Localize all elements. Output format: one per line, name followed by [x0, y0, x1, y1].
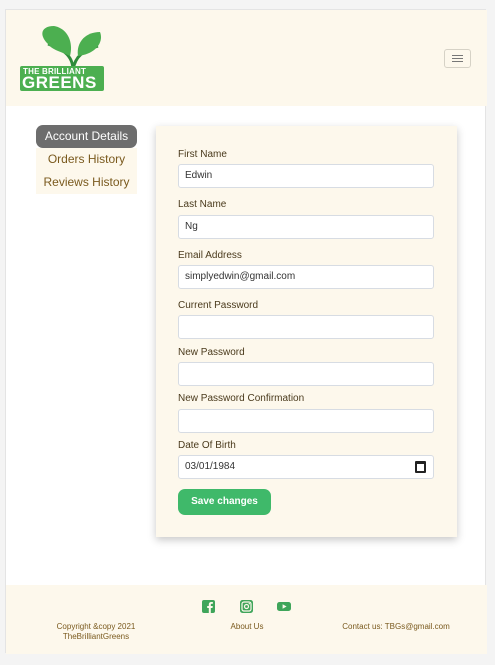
last-name-field[interactable]: Ng: [178, 215, 434, 239]
current-password-label: Current Password: [178, 300, 259, 311]
date-of-birth-label: Date Of Birth: [178, 440, 236, 451]
copyright-text: Copyright &copy 2021 TheBrilliantGreens: [56, 622, 136, 641]
date-of-birth-field[interactable]: 03/01/1984: [178, 455, 434, 479]
hamburger-menu-button[interactable]: [444, 49, 471, 68]
email-label: Email Address: [178, 250, 242, 261]
menu-line-icon: [452, 61, 463, 62]
brand-logo[interactable]: THE BRILLIANT GREENS: [20, 26, 104, 92]
instagram-icon[interactable]: [240, 600, 253, 613]
email-field[interactable]: simplyedwin@gmail.com: [178, 265, 434, 289]
site-header: THE BRILLIANT GREENS: [6, 10, 487, 106]
sidebar-item-account-details[interactable]: Account Details: [36, 125, 137, 148]
first-name-label: First Name: [178, 149, 227, 160]
leaves-logo-icon: [42, 26, 102, 70]
new-password-field[interactable]: [178, 362, 434, 386]
account-sidebar: Account Details Orders History Reviews H…: [36, 125, 137, 194]
menu-line-icon: [452, 58, 463, 59]
sidebar-item-reviews-history[interactable]: Reviews History: [36, 171, 137, 194]
new-password-label: New Password: [178, 347, 245, 358]
contact-text: Contact us: TBGs@gmail.com: [342, 622, 450, 631]
facebook-icon[interactable]: [202, 600, 215, 613]
site-footer: Copyright &copy 2021 TheBrilliantGreens …: [6, 585, 487, 654]
menu-line-icon: [452, 55, 463, 56]
new-password-confirmation-field[interactable]: [178, 409, 434, 433]
account-details-form: First Name Edwin Last Name Ng Email Addr…: [156, 126, 457, 537]
new-password-confirmation-label: New Password Confirmation: [178, 393, 305, 404]
logo-text-main: GREENS: [22, 73, 97, 92]
date-of-birth-value: 03/01/1984: [185, 461, 236, 472]
first-name-field[interactable]: Edwin: [178, 164, 434, 188]
calendar-icon[interactable]: [415, 461, 426, 473]
logo-banner: THE BRILLIANT GREENS: [20, 66, 104, 91]
about-us-link[interactable]: About Us: [221, 622, 273, 632]
page-frame: THE BRILLIANT GREENS Account Details Ord…: [5, 9, 487, 654]
youtube-icon[interactable]: [277, 600, 291, 613]
sidebar-item-orders-history[interactable]: Orders History: [36, 148, 137, 171]
current-password-field[interactable]: [178, 315, 434, 339]
save-changes-button[interactable]: Save changes: [178, 489, 271, 515]
last-name-label: Last Name: [178, 199, 227, 210]
